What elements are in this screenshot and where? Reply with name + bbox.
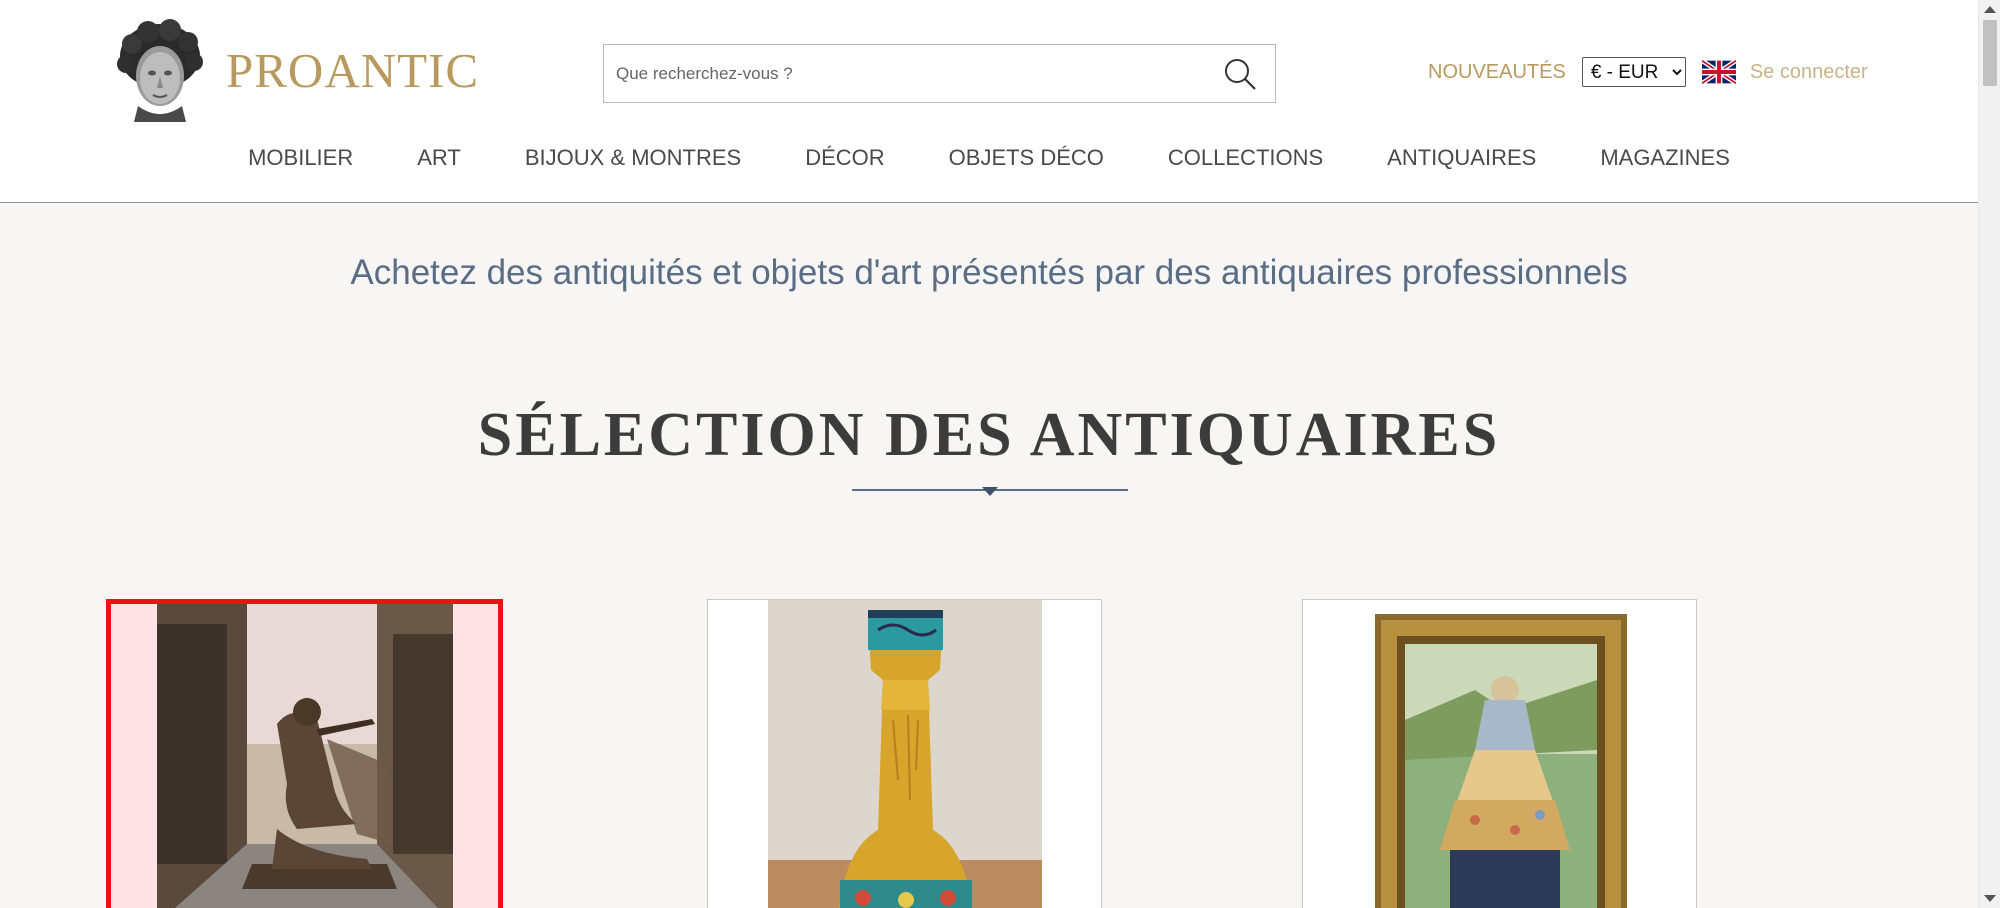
- nav-item-art[interactable]: ART: [417, 145, 461, 181]
- scrollbar-thumb[interactable]: [1983, 20, 1997, 86]
- site-header: PROANTIC NOUVEAUTÉS € - EUR Se connecter…: [0, 0, 1978, 203]
- page-tagline: Achetez des antiquités et objets d'art p…: [350, 253, 1628, 292]
- logo-text: PROANTIC: [226, 42, 480, 98]
- product-image-painting: [1354, 600, 1645, 908]
- product-card-3[interactable]: [1302, 599, 1697, 908]
- nav-item-antiquaires[interactable]: ANTIQUAIRES: [1387, 145, 1536, 181]
- main-nav: MOBILIER ART BIJOUX & MONTRES DÉCOR OBJE…: [0, 145, 1978, 181]
- login-link[interactable]: Se connecter: [1750, 61, 1868, 84]
- nav-item-decor[interactable]: DÉCOR: [805, 145, 884, 181]
- title-divider-ornament: [982, 487, 998, 496]
- search-button[interactable]: [1205, 45, 1275, 102]
- search-icon: [1225, 58, 1256, 90]
- new-arrivals-link[interactable]: NOUVEAUTÉS: [1428, 61, 1566, 84]
- product-image-sculpture: [156, 604, 453, 908]
- nav-item-magazines[interactable]: MAGAZINES: [1600, 145, 1730, 181]
- site-logo[interactable]: PROANTIC: [110, 18, 479, 122]
- scroll-down-icon[interactable]: [1984, 895, 1996, 902]
- currency-select[interactable]: € - EUR: [1581, 57, 1686, 87]
- search-input[interactable]: [604, 45, 1205, 102]
- nav-item-objets-deco[interactable]: OBJETS DÉCO: [949, 145, 1104, 181]
- product-card-1[interactable]: [106, 599, 503, 908]
- uk-flag-icon[interactable]: [1701, 60, 1736, 84]
- logo-bust-icon: [110, 18, 210, 122]
- page-scrollbar[interactable]: [1978, 0, 2000, 908]
- search-bar: [603, 44, 1276, 103]
- product-image-vase: [767, 600, 1042, 908]
- scroll-up-icon[interactable]: [1984, 6, 1996, 13]
- nav-item-bijoux-montres[interactable]: BIJOUX & MONTRES: [525, 145, 741, 181]
- section-title: SÉLECTION DES ANTIQUAIRES: [477, 401, 1501, 469]
- product-card-2[interactable]: [707, 599, 1102, 908]
- header-utility-bar: NOUVEAUTÉS € - EUR Se connecter: [1428, 56, 1868, 88]
- nav-item-collections[interactable]: COLLECTIONS: [1168, 145, 1323, 181]
- nav-item-mobilier[interactable]: MOBILIER: [248, 145, 353, 181]
